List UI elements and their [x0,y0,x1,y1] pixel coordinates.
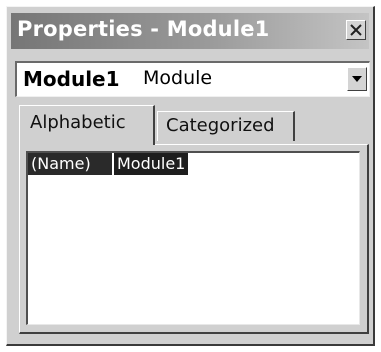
property-grid[interactable]: (Name) Module1 [26,151,360,325]
object-type: Module [143,67,213,89]
properties-window: Properties - Module1 Module1 Module Alph… [6,6,375,346]
tab-alphabetic[interactable]: Alphabetic [19,105,155,145]
tab-alphabetic-label: Alphabetic [30,112,126,133]
tab-categorized[interactable]: Categorized [157,111,295,141]
property-value[interactable]: Module1 [114,153,189,175]
tab-categorized-label: Categorized [166,115,275,136]
title-bar[interactable]: Properties - Module1 [11,13,369,49]
window-title: Properties - Module1 [17,17,270,41]
dropdown-button[interactable] [347,67,367,91]
object-name: Module1 [23,67,120,91]
tab-panel: (Name) Module1 [19,144,369,334]
chevron-down-icon [352,76,362,82]
property-name: (Name) [28,153,112,175]
close-button[interactable] [346,20,366,40]
close-icon [350,24,362,36]
property-row[interactable]: (Name) Module1 [28,153,358,175]
object-selector[interactable]: Module1 Module [15,61,370,97]
